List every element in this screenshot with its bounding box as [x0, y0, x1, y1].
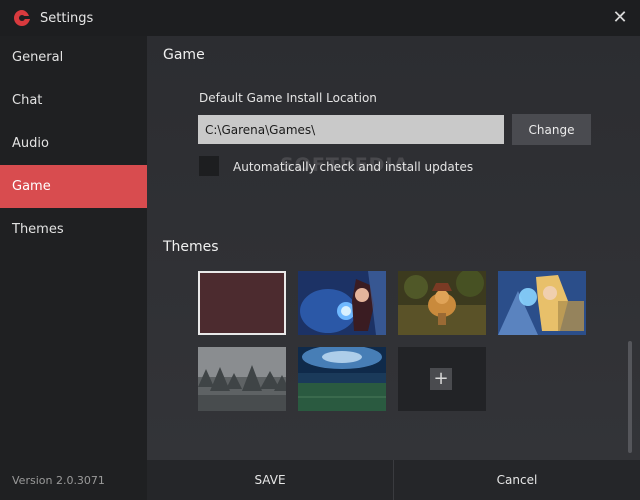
sidebar-item-label: General — [12, 50, 64, 65]
garena-logo-icon — [12, 8, 32, 28]
install-path-input[interactable] — [198, 115, 504, 144]
theme-blonde-champion[interactable] — [498, 271, 586, 335]
theme-stadium-lights[interactable] — [298, 347, 386, 411]
title-bar: Settings ✕ — [0, 0, 640, 36]
sidebar-item-themes[interactable]: Themes — [0, 208, 147, 251]
auto-update-checkbox[interactable] — [199, 156, 219, 176]
settings-panel: Game Default Game Install Location Chang… — [147, 36, 640, 460]
sidebar-item-label: Game — [12, 179, 51, 194]
install-location-label: Default Game Install Location — [199, 91, 377, 105]
add-theme-button[interactable]: + — [398, 347, 486, 411]
cancel-button[interactable]: Cancel — [393, 460, 640, 500]
softpedia-watermark: SOFTPEDIA — [280, 154, 410, 176]
sidebar-item-label: Chat — [12, 93, 43, 108]
game-section-title: Game — [163, 47, 205, 63]
theme-blue-fox-champion[interactable] — [298, 271, 386, 335]
theme-yordle-forest[interactable] — [398, 271, 486, 335]
sidebar-item-label: Audio — [12, 136, 49, 151]
sidebar-item-game[interactable]: Game — [0, 165, 147, 208]
sidebar-item-label: Themes — [12, 222, 64, 237]
save-button[interactable]: SAVE — [147, 460, 393, 500]
footer: SAVE Cancel — [147, 460, 640, 500]
window-title: Settings — [40, 10, 94, 26]
plus-icon: + — [430, 368, 452, 390]
change-button[interactable]: Change — [512, 114, 591, 145]
sidebar-item-chat[interactable]: Chat — [0, 79, 147, 122]
themes-section-title: Themes — [163, 239, 219, 255]
close-icon[interactable]: ✕ — [610, 8, 630, 28]
version-label: Version 2.0.3071 — [12, 474, 105, 487]
sidebar-item-general[interactable]: General — [0, 36, 147, 79]
scrollbar[interactable] — [628, 341, 632, 453]
theme-misty-forest[interactable] — [198, 347, 286, 411]
sidebar: General Chat Audio Game Themes Version 2… — [0, 36, 147, 500]
theme-solid-maroon[interactable] — [198, 271, 286, 335]
sidebar-item-audio[interactable]: Audio — [0, 122, 147, 165]
